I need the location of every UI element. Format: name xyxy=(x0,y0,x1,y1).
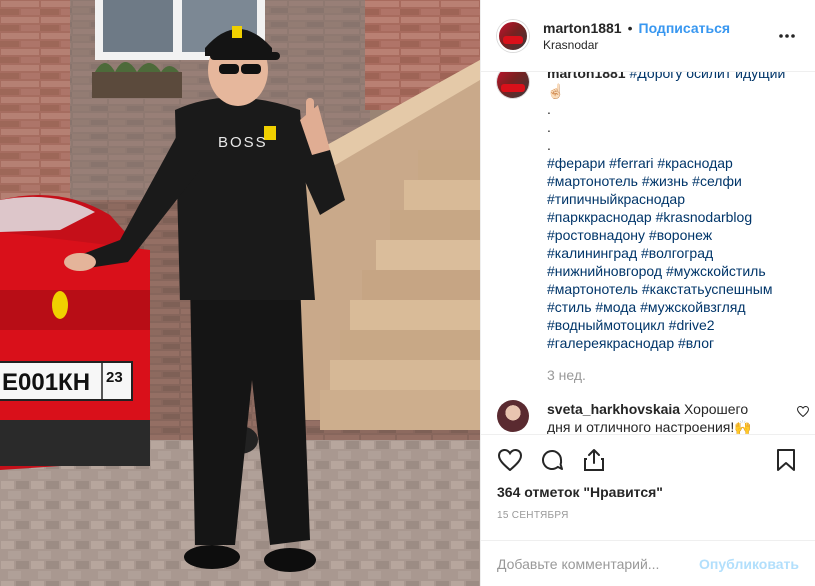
photo-scene: BOSS Е001КН 23 xyxy=(0,0,480,586)
action-bar xyxy=(481,434,815,484)
likes-count[interactable]: 364 отметок "Нравится" xyxy=(481,484,815,504)
plate-region: 23 xyxy=(106,369,123,386)
caption-username[interactable]: marton1881 xyxy=(547,72,626,81)
hashtag-line[interactable]: #стиль #мода #мужскойвзгляд xyxy=(547,298,799,316)
publish-button[interactable]: Опубликовать xyxy=(699,556,799,572)
commenter-avatar[interactable] xyxy=(497,400,529,432)
caption-author-avatar[interactable] xyxy=(497,72,529,98)
heart-icon[interactable] xyxy=(497,447,523,473)
caption-timestamp: 3 нед. xyxy=(547,367,586,383)
shirt-logo: BOSS xyxy=(218,134,268,151)
hashtag-line[interactable]: #типичныйкраснодар xyxy=(547,190,799,208)
follow-button[interactable]: Подписаться xyxy=(639,20,731,36)
more-options-icon[interactable] xyxy=(775,24,799,48)
caption-row: marton1881 #Дорогу осилит идущий ☝🏻 . . … xyxy=(497,72,799,384)
post-photo[interactable]: BOSS Е001КН 23 xyxy=(0,0,480,586)
post-header: marton1881 • Подписаться Krasnodar xyxy=(481,0,815,72)
post-location[interactable]: Krasnodar xyxy=(543,38,775,52)
author-info: marton1881 • Подписаться Krasnodar xyxy=(543,20,775,52)
comment-item: sveta_harkhovskaia Хорошего дня и отличн… xyxy=(497,400,810,434)
caption-dot-1: . xyxy=(547,101,551,117)
hashtag-line[interactable]: #нижнийновгород #мужскойстиль xyxy=(547,262,799,280)
caption-dot-3: . xyxy=(547,137,551,153)
comment-text: sveta_harkhovskaia Хорошего дня и отличн… xyxy=(547,400,767,434)
author-line: marton1881 • Подписаться xyxy=(543,20,775,36)
hashtag-line[interactable]: #ростовнадону #воронеж xyxy=(547,226,799,244)
hashtag-line[interactable]: #калининград #волгоград xyxy=(547,244,799,262)
hashtag-line[interactable]: #парккраснодар #krasnodarblog xyxy=(547,208,799,226)
share-icon[interactable] xyxy=(581,447,607,473)
plate-number: Е001КН xyxy=(2,369,90,396)
bookmark-icon[interactable] xyxy=(773,447,799,473)
caption-dot-2: . xyxy=(547,119,551,135)
brick-wall-left xyxy=(0,0,80,200)
hashtag-line[interactable]: #мартонотель #жизнь #селфи xyxy=(547,172,799,190)
hashtag-line[interactable]: #галереякраснодар #влог xyxy=(547,334,799,352)
instagram-post: BOSS Е001КН 23 marton1881 • Подписаться … xyxy=(0,0,815,586)
post-sidebar: marton1881 • Подписаться Krasnodar marto… xyxy=(480,0,815,586)
separator-dot: • xyxy=(627,19,633,36)
author-avatar[interactable] xyxy=(497,19,529,52)
hashtag-line[interactable]: #мартонотель #какстатьуспешным xyxy=(547,280,799,298)
comment-input[interactable] xyxy=(497,555,700,572)
commenter-username[interactable]: sveta_harkhovskaia xyxy=(547,401,680,417)
post-date[interactable]: 15 СЕНТЯБРЯ xyxy=(481,504,815,536)
comment-icon[interactable] xyxy=(539,447,565,473)
add-comment-bar: Опубликовать xyxy=(481,540,815,586)
author-username[interactable]: marton1881 xyxy=(543,20,622,36)
caption-text: marton1881 #Дорогу осилит идущий ☝🏻 . . … xyxy=(547,72,799,384)
hashtag-line[interactable]: #ферари #ferrari #краснодар xyxy=(547,154,799,172)
hashtag-line[interactable]: #водныймотоцикл #drive2 xyxy=(547,316,799,334)
comments-area[interactable]: marton1881 #Дорогу осилит идущий ☝🏻 . . … xyxy=(481,72,815,434)
small-heart-icon[interactable] xyxy=(796,404,810,420)
